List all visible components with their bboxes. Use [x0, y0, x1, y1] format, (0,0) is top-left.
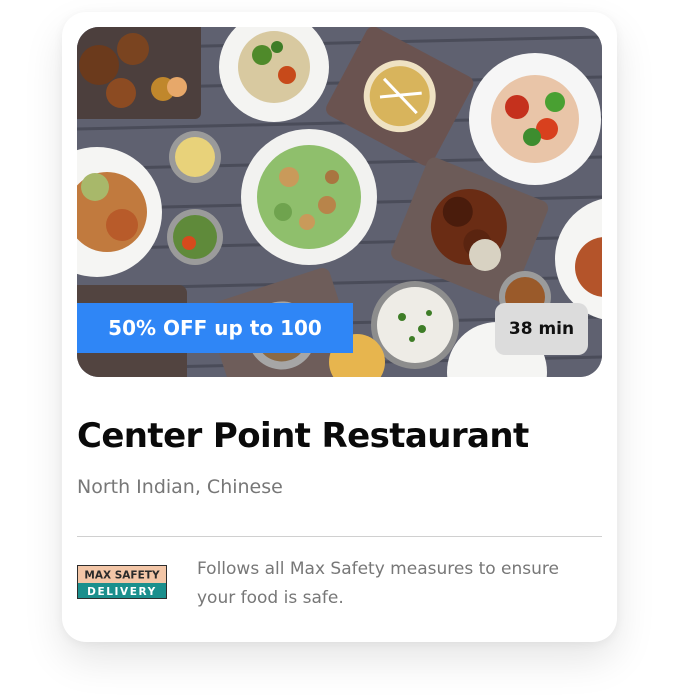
- restaurant-card[interactable]: 50% OFF up to 100 38 min Center Point Re…: [62, 12, 617, 642]
- restaurant-hero-image[interactable]: 50% OFF up to 100 38 min: [77, 27, 602, 377]
- offer-banner: 50% OFF up to 100: [77, 303, 353, 353]
- cuisine-list: North Indian, Chinese: [77, 476, 283, 498]
- delivery-time-badge: 38 min: [495, 303, 588, 355]
- badge-top-text: MAX SAFETY: [84, 570, 160, 582]
- divider: [77, 536, 602, 537]
- badge-bottom-text: DELIVERY: [87, 586, 157, 598]
- safety-message: Follows all Max Safety measures to ensur…: [197, 559, 559, 608]
- max-safety-delivery-logo: MAX SAFETY DELIVERY: [77, 565, 167, 599]
- restaurant-name[interactable]: Center Point Restaurant: [77, 416, 529, 456]
